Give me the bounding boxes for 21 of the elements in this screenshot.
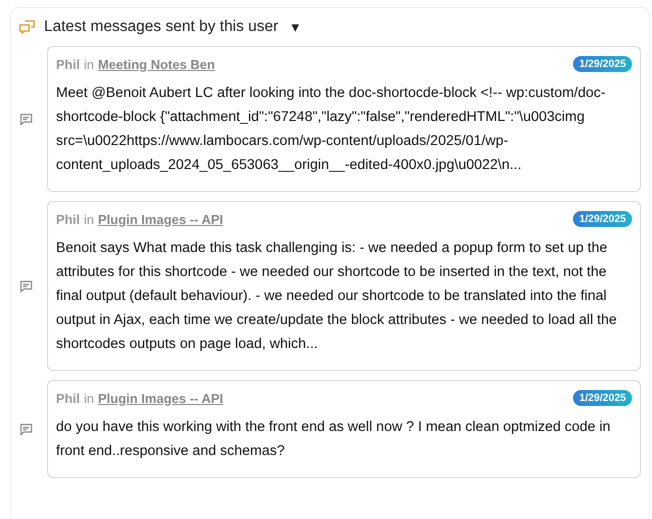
in-label: in <box>84 56 94 72</box>
comment-icon <box>19 112 33 126</box>
comment-icon <box>19 422 33 436</box>
channel-link[interactable]: Plugin Images -- API <box>98 212 224 226</box>
section-title: Latest messages sent by this user <box>44 18 278 36</box>
message-text: Meet @Benoit Aubert LC after looking into the doc-shortocde-block <!-- wp:custom/doc-shortcode-block {"attachment_id":"67248","lazy":"false","renderedHTML":"\u003cimg src=\u0022https://www.lambocars.com/wp-content/uploads/2025/01/wp-content_uploads_2024_05_653063__origin__-edited-400x0.jpg\u0022\n... <box>56 84 606 175</box>
date-badge: 1/29/2025 <box>573 390 632 406</box>
chat-icon <box>19 20 35 34</box>
comment-icon <box>19 280 33 292</box>
message-text: Benoit says What made this task challenging is: - we needed a popup form to set up the attributes for this shortcode - we needed our shortcode to be inserted in the text, not the final output (default behaviour). - we needed our shortcode to be translated into the final output in Ajax, each time we create/update the block attributes - we needed to load all the shortcodes outputs on page load, which... <box>56 239 618 354</box>
date-badge: 1/29/2025 <box>573 56 632 72</box>
dropdown-caret[interactable]: ▾ <box>291 18 300 36</box>
in-label: in <box>84 212 94 226</box>
channel-link[interactable]: Plugin Images -- API <box>98 390 224 406</box>
channel-link[interactable]: Meeting Notes Ben <box>98 56 215 72</box>
author-name: Phil <box>56 212 80 226</box>
author-name: Phil <box>56 390 80 406</box>
in-label: in <box>84 390 94 406</box>
author-name: Phil <box>56 56 80 72</box>
date-badge: 1/29/2025 <box>573 211 632 227</box>
message-text: do you have this working with the front end as well now ? I mean clean optmized code in front end..responsive and schemas? <box>56 418 612 461</box>
